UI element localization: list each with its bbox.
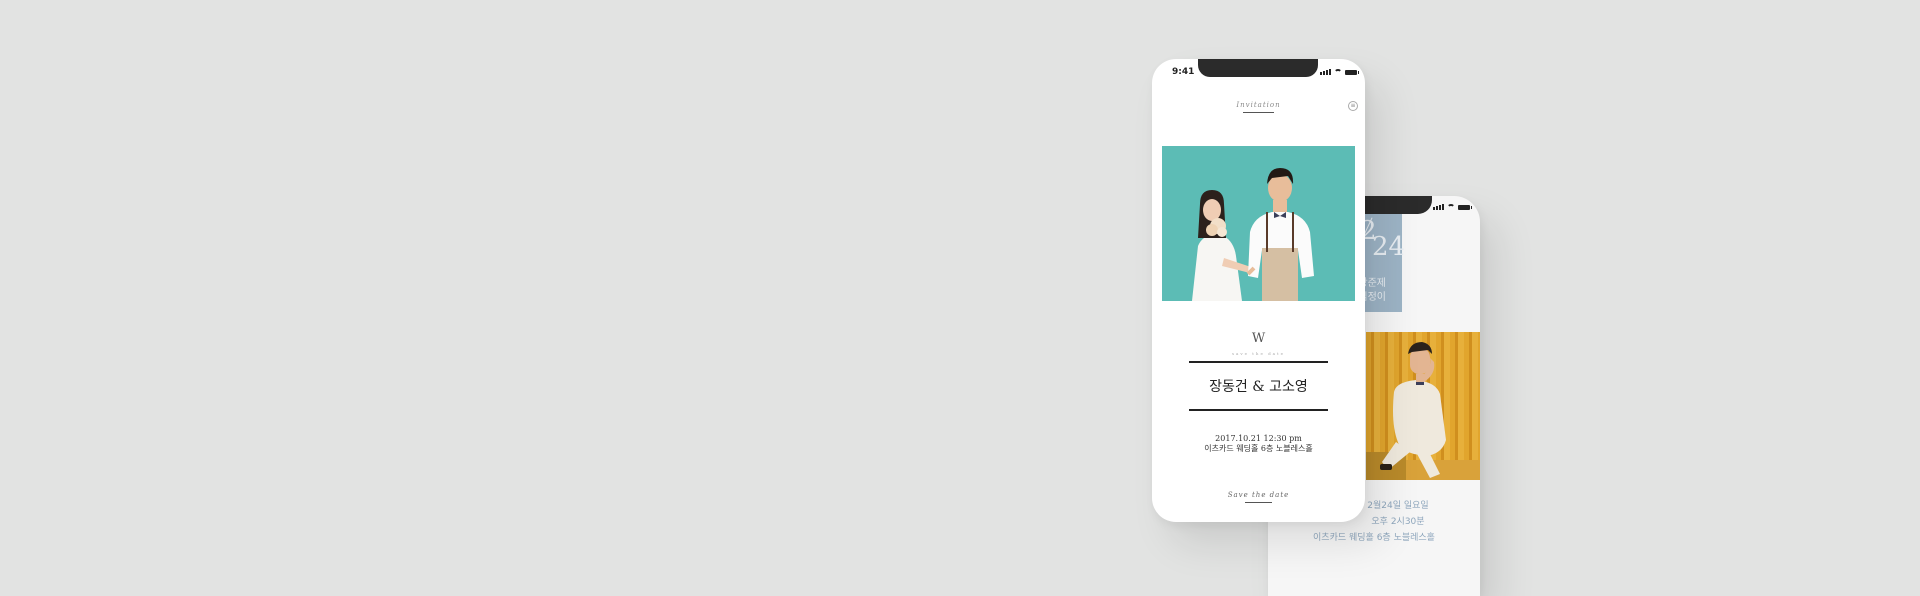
groom-photo [1366, 332, 1480, 480]
couple-photo [1162, 146, 1355, 301]
status-time: 9:41 [1172, 67, 1195, 77]
event-venue: 이츠카드 웨딩홀 6층 노블레스홀 [1204, 444, 1313, 453]
divider-bottom [1189, 409, 1328, 411]
menu-icon[interactable]: ≡ [1348, 101, 1358, 111]
battery-icon [1458, 204, 1472, 210]
front-phone-notch [1198, 59, 1318, 77]
date-day: 24 [1372, 232, 1406, 262]
back-info-venue: 이츠카드 웨딩홀 6층 노블레스홀 [1313, 533, 1435, 543]
front-status-icons [1320, 69, 1359, 75]
header-title: Invitation [1236, 101, 1281, 109]
wifi-icon [1334, 69, 1342, 75]
signal-icon [1433, 204, 1444, 210]
back-status-icons [1433, 204, 1472, 210]
header-underline [1243, 112, 1274, 113]
event-datetime: 2017.10.21 12:30 pm [1215, 434, 1302, 443]
footer-title[interactable]: Save the date [1152, 491, 1365, 499]
divider-top [1189, 361, 1328, 363]
footer-underline [1245, 502, 1272, 503]
wifi-icon [1447, 204, 1455, 210]
monogram-caption: save the date [1231, 351, 1286, 356]
signal-icon [1320, 69, 1331, 75]
front-phone-mockup: 9:41 Invitation ≡ W save the date 장동건 & … [1152, 59, 1365, 522]
couple-names: 장동건 & 고소영 [1209, 379, 1308, 395]
battery-icon [1345, 69, 1359, 75]
event-details: 2017.10.21 12:30 pm 이츠카드 웨딩홀 6층 노블레스홀 [1152, 434, 1365, 454]
monogram: W [1251, 331, 1266, 346]
